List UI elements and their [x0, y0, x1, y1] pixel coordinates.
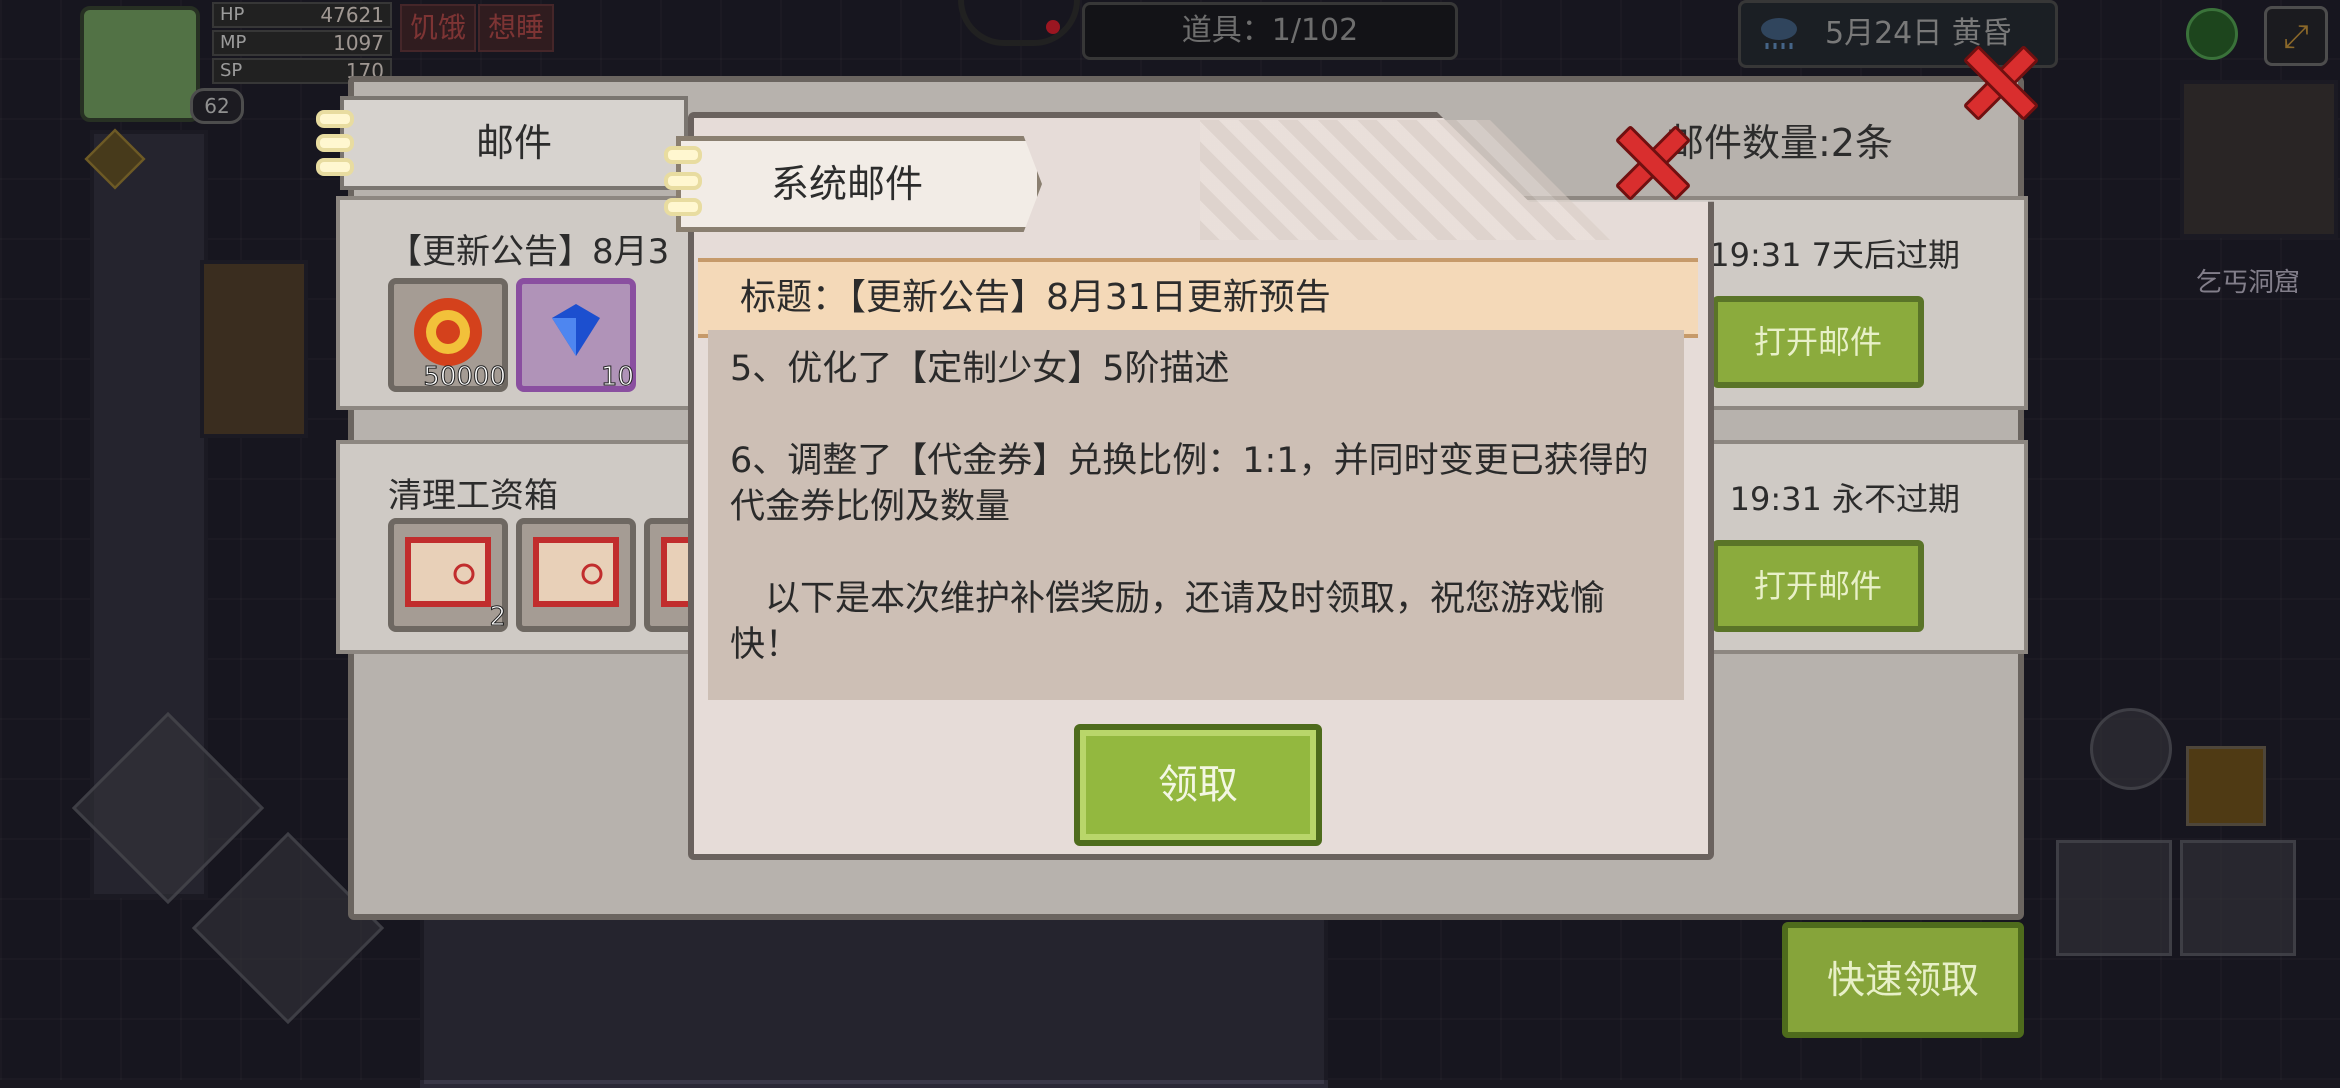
- mail-row-expiry: 19:31 永不过期: [1729, 480, 1960, 518]
- reward-slot[interactable]: 10: [516, 278, 636, 393]
- spiral-ring-icon: [664, 146, 702, 164]
- reward-quantity: 50000: [423, 362, 507, 393]
- mail-paragraph: 6、调整了【代金券】兑换比例：1:1，并同时变更已获得的代金券比例及数量: [730, 441, 1649, 527]
- mail-row-title: 【更新公告】8月3: [388, 232, 670, 272]
- spiral-ring-icon: [316, 134, 354, 152]
- quick-claim-button[interactable]: 快速领取: [1782, 922, 2024, 1038]
- mail-row-title: 清理工资箱: [388, 476, 558, 516]
- ticket-icon: [405, 537, 491, 607]
- open-mail-button[interactable]: 打开邮件: [1712, 540, 1924, 632]
- mail-paragraph: 5、优化了【定制少女】5阶描述: [730, 349, 1230, 389]
- spiral-ring-icon: [664, 172, 702, 190]
- mail-count: 邮件数量:2条: [1666, 121, 1893, 165]
- system-mail-tab: 系统邮件: [676, 136, 1042, 232]
- claim-button[interactable]: 领取: [1074, 724, 1322, 846]
- ticket-icon: [533, 537, 619, 607]
- mail-paragraph: 以下是本次维护补偿奖励，还请及时领取，祝您游戏愉快！: [730, 579, 1606, 665]
- reward-quantity: 2: [489, 602, 507, 633]
- reward-slot[interactable]: [516, 518, 636, 632]
- mail-body: 5、优化了【定制少女】5阶描述 6、调整了【代金券】兑换比例：1:1，并同时变更…: [708, 330, 1684, 700]
- spiral-ring-icon: [316, 110, 354, 128]
- spiral-ring-icon: [664, 198, 702, 216]
- mail-row-expiry: 19:31 7天后过期: [1709, 236, 1960, 274]
- mail-panel-title: 邮件: [340, 96, 688, 190]
- reward-slot[interactable]: 50000: [388, 278, 508, 393]
- reward-quantity: 10: [600, 362, 634, 393]
- reward-slot[interactable]: 2: [388, 518, 508, 633]
- mail-subject: 标题：【更新公告】8月31日更新预告: [698, 258, 1698, 338]
- open-mail-button[interactable]: 打开邮件: [1712, 296, 1924, 388]
- close-dialog-icon[interactable]: [1614, 124, 1684, 194]
- spiral-ring-icon: [316, 158, 354, 176]
- close-mail-panel-icon[interactable]: [1962, 44, 2032, 114]
